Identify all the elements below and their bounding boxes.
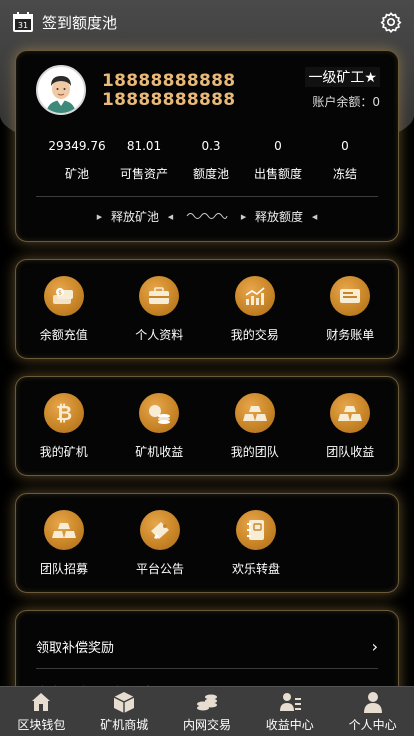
gold-bars-icon [44, 510, 84, 550]
chart-icon [234, 276, 275, 316]
menu-lucky-wheel[interactable]: 欢乐转盘 [208, 510, 304, 577]
stat-frozen[interactable]: 0 冻结 [314, 139, 376, 182]
tab-miner-mall[interactable]: 矿机商城 [83, 687, 166, 736]
menu-team-recruit[interactable]: 团队招募 [16, 510, 112, 577]
chevron-right-icon: › [371, 637, 378, 656]
release-pool-button[interactable]: 释放矿池 [111, 208, 159, 225]
menu-label: 个人资料 [135, 328, 184, 342]
stat-sell-quota[interactable]: 0 出售额度 [247, 139, 309, 182]
account-balance: 账户余额：0 [312, 95, 380, 109]
money-icon: $ [43, 276, 84, 316]
stat-value: 81.01 [126, 139, 162, 153]
menu-label: 团队收益 [326, 445, 375, 459]
list-item-compensation[interactable]: 领取补偿奖励 › [36, 625, 378, 669]
profile-card: 18888888888 18888888888 一级矿工★ 账户余额：0 293… [15, 50, 399, 242]
page-title: 签到额度池 [42, 13, 118, 32]
stat-label: 可售资产 [119, 167, 168, 181]
svg-text:31: 31 [18, 21, 28, 30]
user-avatar-icon [38, 67, 84, 113]
phone-number: 18888888888 [102, 71, 236, 91]
gold-bars-icon [234, 393, 275, 433]
triangle-right-icon: ▶ [96, 212, 103, 221]
phone-number-secondary: 18888888888 [102, 90, 236, 110]
avatar[interactable] [36, 65, 86, 115]
gold-bars-icon [330, 393, 371, 433]
menu-team-income[interactable]: 团队收益 [303, 393, 399, 460]
person-icon [363, 692, 382, 713]
stat-value: 29349.76 [48, 139, 106, 153]
tab-label: 收益中心 [265, 718, 314, 732]
menu-label: 平台公告 [135, 562, 184, 576]
tab-personal-center[interactable]: 个人中心 [331, 687, 414, 736]
menu-label: 我的团队 [230, 445, 279, 459]
menu-label: 我的交易 [230, 328, 279, 342]
coins-icon [196, 694, 217, 711]
triangle-right-icon: ▶ [240, 212, 247, 221]
stat-quota-pool[interactable]: 0.3 额度池 [180, 139, 242, 182]
menu-label: 团队招募 [39, 562, 88, 576]
menu-my-miners[interactable]: ₿ 我的矿机 [16, 393, 112, 460]
gear-icon[interactable] [380, 11, 402, 33]
stats-row: 29349.76 矿池 81.01 可售资产 0.3 额度池 0 出售额度 0 … [46, 139, 376, 182]
tab-wallet[interactable]: 区块钱包 [0, 687, 83, 736]
svg-text:₿: ₿ [56, 401, 72, 425]
list-item-label: 领取补偿奖励 [36, 641, 115, 656]
menu-label: 余额充值 [39, 328, 88, 342]
menu-card-finance: $ 余额充值 个人资料 我的交易 财务账单 [15, 259, 399, 359]
menu-my-trades[interactable]: 我的交易 [207, 276, 303, 343]
bitcoin-icon: ₿ [43, 393, 84, 433]
tab-label: 个人中心 [348, 718, 397, 732]
stat-label: 冻结 [332, 167, 357, 181]
menu-bills[interactable]: 财务账单 [303, 276, 399, 343]
menu-profile[interactable]: 个人资料 [112, 276, 208, 343]
menu-recharge[interactable]: $ 余额充值 [16, 276, 112, 343]
user-list-icon [279, 693, 301, 711]
divider [36, 196, 378, 197]
menu-miner-income[interactable]: 矿机收益 [112, 393, 208, 460]
menu-label: 财务账单 [326, 328, 375, 342]
tab-label: 内网交易 [182, 718, 231, 732]
stat-value: 0 [274, 139, 282, 153]
home-icon [32, 693, 51, 711]
stat-sellable-assets[interactable]: 81.01 可售资产 [113, 139, 175, 182]
stat-label: 矿池 [64, 167, 89, 181]
stat-value: 0 [341, 139, 349, 153]
box-icon [113, 692, 135, 713]
tab-label: 矿机商城 [100, 718, 149, 732]
menu-label: 欢乐转盘 [231, 562, 280, 576]
menu-label: 我的矿机 [39, 445, 88, 459]
release-row: ▶ 释放矿池 ◀ ▶ 释放额度 ◀ [16, 208, 398, 225]
stat-mining-pool[interactable]: 29349.76 矿池 [46, 139, 108, 182]
menu-label: 矿机收益 [135, 445, 184, 459]
menu-my-team[interactable]: 我的团队 [207, 393, 303, 460]
top-bar: 31 签到额度池 [0, 0, 414, 44]
svg-text:$: $ [58, 290, 62, 297]
stat-label: 额度池 [192, 167, 229, 181]
bottom-tab-bar: 区块钱包 矿机商城 内网交易 收益中心 个人中心 [0, 686, 414, 736]
menu-card-mining: ₿ 我的矿机 矿机收益 我的团队 团队收益 [15, 376, 399, 476]
triangle-left-icon: ◀ [167, 212, 174, 221]
notebook-icon [236, 510, 276, 550]
menu-announcements[interactable]: 平台公告 [112, 510, 208, 577]
briefcase-icon [139, 276, 180, 316]
stat-label: 出售额度 [253, 167, 302, 181]
tab-intranet-trade[interactable]: 内网交易 [166, 687, 249, 736]
megaphone-icon [140, 510, 180, 550]
level-badge: 一级矿工★ [305, 67, 380, 87]
calendar-icon[interactable]: 31 [12, 11, 34, 33]
tab-label: 区块钱包 [17, 718, 66, 732]
tab-income-center[interactable]: 收益中心 [248, 687, 331, 736]
wave-icon [186, 213, 228, 219]
release-quota-button[interactable]: 释放额度 [255, 208, 303, 225]
stat-value: 0.3 [201, 139, 221, 153]
bill-icon [330, 276, 371, 316]
menu-card-misc: 团队招募 平台公告 欢乐转盘 [15, 493, 399, 593]
coins-icon [139, 393, 180, 433]
triangle-left-icon: ◀ [311, 212, 318, 221]
